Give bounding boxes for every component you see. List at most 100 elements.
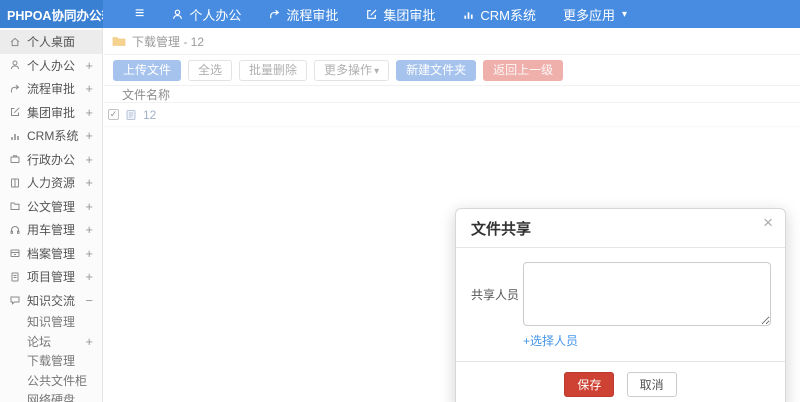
sidebar-subitem-label: 网络硬盘 (27, 393, 76, 402)
sidebar-item-label: 流程审批 (27, 82, 76, 97)
expand-icon[interactable]: + (85, 128, 93, 143)
file-name-column-header: 文件名称 (122, 87, 171, 102)
chat-icon (9, 294, 21, 306)
share-people-label: 共享人员 (471, 287, 520, 302)
cancel-button[interactable]: 取消 (626, 372, 677, 397)
sidebar-item-label: CRM系统 (27, 129, 79, 144)
folder-icon (9, 200, 21, 212)
nav-item-label: CRM系统 (480, 7, 536, 23)
briefcase-icon (9, 153, 21, 165)
edit-icon (9, 106, 21, 118)
document-icon (9, 271, 21, 283)
sidebar-item-personal-desktop[interactable]: 个人桌面 (0, 30, 102, 54)
save-button[interactable]: 保存 (564, 372, 615, 397)
sidebar-subitem-label: 知识管理 (27, 315, 76, 330)
sidebar-subitem-download-mgmt[interactable]: 下载管理 (0, 351, 102, 371)
nav-item-group-approval[interactable]: 集团审批 (365, 5, 435, 24)
sidebar-item-hr[interactable]: 人力资源 + (0, 171, 102, 195)
sidebar-item-knowledge-exchange[interactable]: 知识交流 − (0, 289, 102, 313)
toolbar: 上传文件 全选 批量删除 更多操作 ▾ 新建文件夹 返回上一级 (104, 55, 800, 85)
sidebar-subitem-label: 下载管理 (27, 354, 76, 369)
go-back-button[interactable]: 返回上一级 (483, 59, 564, 81)
sidebar-subitem-network-disk[interactable]: 网络硬盘 (0, 390, 102, 402)
sidebar-item-label: 个人桌面 (27, 35, 76, 50)
process-icon (9, 83, 21, 95)
modal-title: 文件共享 (471, 221, 532, 238)
expand-icon[interactable]: + (85, 199, 93, 214)
user-icon (9, 59, 21, 71)
select-all-button[interactable]: 全选 (188, 59, 233, 81)
nav-item-label: 个人办公 (189, 7, 242, 23)
new-folder-button[interactable]: 新建文件夹 (396, 59, 477, 81)
row-checkbox[interactable]: ✓ (108, 109, 119, 120)
sidebar-subitem-forum[interactable]: 论坛 + (0, 332, 102, 352)
sidebar-item-label: 个人办公 (27, 58, 76, 73)
file-row[interactable]: ✓ 12 (104, 103, 800, 127)
share-field-row: 共享人员 (471, 262, 771, 326)
sidebar-submenu-knowledge: 知识管理 论坛 + 下载管理 公共文件柜 网络硬盘 (0, 312, 102, 402)
file-table-header: 文件名称 (104, 85, 800, 103)
book-icon (9, 177, 21, 189)
more-actions-label: 更多操作 (324, 62, 373, 77)
expand-icon[interactable]: + (85, 246, 93, 261)
sidebar-item-label: 知识交流 (27, 293, 76, 308)
sidebar-subitem-label: 公共文件柜 (27, 373, 88, 388)
expand-icon[interactable]: + (85, 58, 93, 73)
sidebar-item-crm[interactable]: CRM系统 + (0, 124, 102, 148)
modal-header: 文件共享 × (456, 209, 785, 248)
caret-down-icon: ▾ (374, 65, 380, 77)
sidebar-item-label: 集团审批 (27, 105, 76, 120)
sidebar-item-personal-office[interactable]: 个人办公 + (0, 54, 102, 78)
headset-icon (9, 224, 21, 236)
expand-icon[interactable]: + (85, 334, 93, 349)
expand-icon[interactable]: + (85, 152, 93, 167)
chart-icon (9, 130, 21, 142)
sidebar-item-label: 公文管理 (27, 199, 76, 214)
more-actions-button[interactable]: 更多操作 ▾ (314, 59, 390, 81)
sidebar-item-admin-office[interactable]: 行政办公 + (0, 148, 102, 172)
nav-item-more-apps[interactable]: 更多应用 ▾ (563, 5, 627, 24)
modal-footer: 保存 取消 (456, 361, 785, 402)
expand-icon[interactable]: + (85, 105, 93, 120)
folder-yellow-icon (112, 37, 126, 46)
file-icon (126, 109, 136, 120)
sidebar-item-label: 用车管理 (27, 223, 76, 238)
close-icon[interactable]: × (763, 214, 773, 231)
sidebar-subitem-public-file-cabinet[interactable]: 公共文件柜 (0, 371, 102, 391)
upload-file-button[interactable]: 上传文件 (113, 59, 182, 81)
sidebar-item-label: 档案管理 (27, 246, 76, 261)
chart-icon (464, 11, 474, 19)
expand-icon[interactable]: + (85, 175, 93, 190)
sidebar-item-label: 项目管理 (27, 270, 76, 285)
check-icon: ✓ (109, 109, 118, 119)
sidebar-item-group-approval[interactable]: 集团审批 + (0, 101, 102, 125)
top-navbar: PHPOA协同办公软件 ≡ 个人办公 流程审批 集团审批 CRM系统 更多应用 … (0, 0, 800, 28)
sidebar-item-document-mgmt[interactable]: 公文管理 + (0, 195, 102, 219)
sidebar-item-label: 行政办公 (27, 152, 76, 167)
sidebar-item-project-mgmt[interactable]: 项目管理 + (0, 265, 102, 289)
user-icon (173, 9, 183, 19)
share-people-textarea[interactable] (523, 262, 771, 326)
sidebar-item-archive-mgmt[interactable]: 档案管理 + (0, 242, 102, 266)
file-share-modal: 文件共享 × 共享人员 +选择人员 保存 取消 (455, 208, 786, 402)
nav-item-label: 流程审批 (286, 7, 339, 23)
nav-item-process-approval[interactable]: 流程审批 (268, 5, 338, 24)
expand-icon[interactable]: + (85, 269, 93, 284)
collapse-icon[interactable]: − (85, 293, 93, 308)
expand-icon[interactable]: + (85, 222, 93, 237)
sidebar-item-vehicle-mgmt[interactable]: 用车管理 + (0, 218, 102, 242)
app-logo: PHPOA协同办公软件 (0, 0, 103, 28)
nav-item-label: 集团审批 (383, 7, 436, 23)
sidebar: 个人桌面 个人办公 + 流程审批 + 集团审批 + CRM系统 + 行政办公 +… (0, 28, 103, 402)
batch-delete-button[interactable]: 批量删除 (239, 59, 308, 81)
nav-item-personal-office[interactable]: 个人办公 (171, 5, 241, 24)
sidebar-item-process-approval[interactable]: 流程审批 + (0, 77, 102, 101)
hamburger-menu-icon[interactable]: ≡ (135, 6, 144, 22)
caret-down-icon: ▾ (622, 8, 628, 20)
breadcrumb-text: 下载管理 - 12 (132, 34, 205, 49)
select-people-link[interactable]: +选择人员 (523, 332, 771, 349)
nav-item-crm[interactable]: CRM系统 (462, 5, 536, 24)
sidebar-subitem-knowledge-mgmt[interactable]: 知识管理 (0, 312, 102, 332)
expand-icon[interactable]: + (85, 81, 93, 96)
sidebar-subitem-label: 论坛 (27, 334, 52, 349)
